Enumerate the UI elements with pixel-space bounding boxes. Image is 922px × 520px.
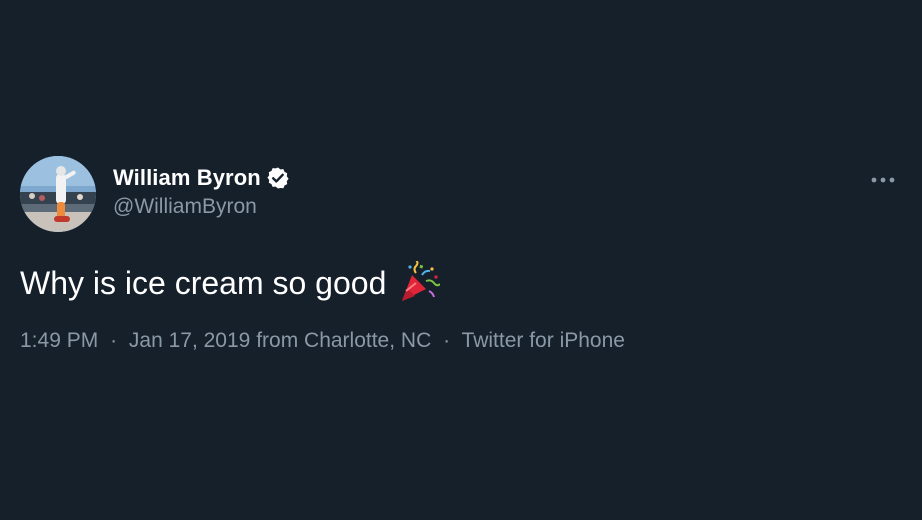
tweet-time[interactable]: 1:49 PM <box>20 329 98 352</box>
tweet-card: William Byron @WilliamByron Why is ice c… <box>20 155 904 353</box>
tweet-location: from Charlotte, NC <box>256 329 432 352</box>
more-options-icon[interactable] <box>870 173 896 185</box>
tweet-meta: 1:49 PM · Jan 17, 2019 from Charlotte, N… <box>20 329 904 353</box>
meta-separator: · <box>110 329 118 352</box>
tweet-source[interactable]: Twitter for iPhone <box>462 329 625 352</box>
meta-separator-2: · <box>443 329 451 352</box>
tweet-date[interactable]: Jan 17, 2019 <box>129 329 250 352</box>
author-block: William Byron @WilliamByron <box>113 164 290 219</box>
tweet-body: Why is ice cream so good <box>20 265 387 301</box>
avatar-image <box>20 156 96 232</box>
display-name[interactable]: William Byron <box>113 165 261 191</box>
name-row: William Byron <box>113 164 290 192</box>
verified-badge-icon <box>266 166 290 190</box>
party-popper-icon <box>396 259 442 305</box>
avatar[interactable] <box>20 156 96 232</box>
author-handle[interactable]: @WilliamByron <box>113 195 290 219</box>
tweet-header: William Byron @WilliamByron <box>20 155 904 235</box>
tweet-text: Why is ice cream so good <box>20 259 904 305</box>
